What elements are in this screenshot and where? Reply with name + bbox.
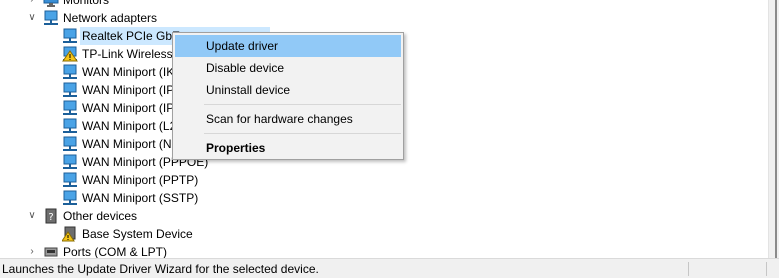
network-adapter-icon [62, 154, 78, 170]
tree-node-monitors[interactable]: › Monitors [0, 0, 600, 9]
chevron-right-icon[interactable]: › [27, 243, 37, 258]
status-divider [688, 262, 689, 276]
network-adapter-icon [43, 10, 59, 26]
tree-node-label: WAN Miniport (SSTP) [82, 191, 199, 205]
tree-node-label: Network adapters [63, 11, 158, 25]
tree-node-other-devices[interactable]: ∨ ? Other devices [0, 207, 600, 225]
network-adapter-icon [62, 64, 78, 80]
menu-item-disable-device[interactable]: Disable device [175, 57, 401, 79]
menu-item-properties[interactable]: Properties [175, 137, 401, 159]
menu-item-scan-hardware[interactable]: Scan for hardware changes [175, 108, 401, 130]
status-bar: Launches the Update Driver Wizard for th… [0, 258, 779, 278]
status-divider [766, 262, 767, 276]
svg-text:?: ? [48, 212, 53, 223]
network-adapter-icon [62, 100, 78, 116]
tree-node-network-adapters[interactable]: ∨ Network adapters [0, 9, 600, 27]
port-icon [43, 244, 59, 258]
tree-node-adapter-wan-pptp[interactable]: WAN Miniport (PPTP) [0, 171, 600, 189]
status-text: Launches the Update Driver Wizard for th… [2, 262, 319, 276]
network-adapter-icon [62, 28, 78, 44]
chevron-down-icon[interactable]: ∨ [27, 9, 37, 27]
network-adapter-icon [62, 172, 78, 188]
menu-separator [204, 133, 401, 134]
unknown-device-icon: ? [43, 208, 59, 224]
network-adapter-icon [62, 190, 78, 206]
tree-node-label: Other devices [63, 209, 138, 223]
monitor-icon [43, 0, 59, 8]
tree-node-label: WAN Miniport (PPTP) [82, 173, 199, 187]
context-menu: Update driver Disable device Uninstall d… [172, 32, 404, 160]
vertical-scrollbar[interactable] [768, 0, 779, 258]
menu-item-uninstall-device[interactable]: Uninstall device [175, 79, 401, 101]
tree-node-label: Base System Device [82, 227, 193, 241]
network-adapter-warning-icon [62, 46, 78, 62]
tree-node-label: TP-Link Wireless [82, 47, 173, 61]
unknown-device-warning-icon [61, 226, 78, 242]
chevron-right-icon[interactable]: › [27, 0, 37, 9]
tree-node-label: WAN Miniport (IP) [82, 83, 179, 97]
tree-node-adapter-wan-sstp[interactable]: WAN Miniport (SSTP) [0, 189, 600, 207]
scrollbar-thumb[interactable] [775, 0, 777, 258]
tree-node-base-system-device[interactable]: Base System Device [0, 225, 600, 243]
chevron-down-icon[interactable]: ∨ [27, 207, 37, 225]
network-adapter-icon [62, 82, 78, 98]
network-adapter-icon [62, 118, 78, 134]
menu-separator [204, 104, 401, 105]
tree-node-label: Monitors [63, 0, 110, 7]
tree-node-ports[interactable]: › Ports (COM & LPT) [0, 243, 600, 258]
network-adapter-icon [62, 136, 78, 152]
tree-node-label: Ports (COM & LPT) [63, 245, 168, 258]
menu-item-update-driver[interactable]: Update driver [175, 35, 401, 57]
